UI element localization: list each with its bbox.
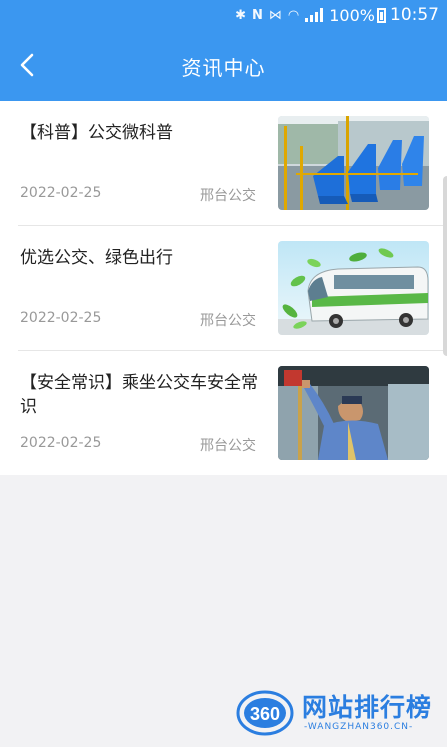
status-bar: ✱ N ⋈ ◠ 100% 10:57	[0, 0, 447, 30]
watermark-logo-text: 360	[250, 704, 280, 724]
news-title: 【科普】公交微科普	[20, 123, 173, 143]
news-source: 邢台公交	[200, 313, 256, 329]
watermark-sub: -WANGZHAN360.CN-	[304, 722, 414, 732]
watermark-logo: 360	[236, 690, 294, 736]
wifi-icon: ◠	[287, 7, 300, 23]
news-thumbnail	[278, 366, 429, 460]
news-list: 【科普】公交微科普 2022-02-25 邢台公交 优选公交、绿色出行 2022…	[0, 101, 447, 475]
title-bar: 资讯中心	[0, 30, 447, 101]
news-item[interactable]: 【科普】公交微科普 2022-02-25 邢台公交	[18, 101, 447, 226]
news-date: 2022-02-25	[20, 310, 102, 326]
news-thumbnail	[278, 241, 429, 335]
news-source: 邢台公交	[200, 438, 256, 454]
officer-on-bus-image	[278, 366, 429, 460]
status-icons: ✱ N ⋈ ◠	[235, 7, 324, 23]
bluetooth-icon: ✱	[235, 7, 247, 23]
battery-percent: 100%	[329, 5, 375, 25]
bus-interior-image	[278, 116, 429, 210]
news-title: 【安全常识】乘坐公交车安全常识	[20, 373, 258, 417]
edge-panel-handle[interactable]	[443, 176, 447, 356]
vibrate-icon: ⋈	[268, 7, 282, 23]
watermark: 360 网站排行榜 -WANGZHAN360.CN-	[234, 686, 446, 744]
signal-icon	[305, 8, 324, 22]
news-title: 优选公交、绿色出行	[20, 248, 173, 268]
news-date: 2022-02-25	[20, 435, 102, 451]
clock: 10:57	[390, 5, 439, 25]
watermark-name: 网站排行榜	[302, 693, 433, 722]
green-bus-image	[278, 241, 429, 335]
nfc-icon: N	[252, 7, 263, 23]
news-item[interactable]: 优选公交、绿色出行 2022-02-25 邢台公交	[18, 226, 447, 351]
news-item[interactable]: 【安全常识】乘坐公交车安全常识 2022-02-25 邢台公交	[18, 351, 447, 475]
news-thumbnail	[278, 116, 429, 210]
page-title: 资讯中心	[181, 56, 266, 80]
battery-icon	[377, 7, 386, 23]
news-source: 邢台公交	[200, 188, 256, 204]
news-date: 2022-02-25	[20, 185, 102, 201]
